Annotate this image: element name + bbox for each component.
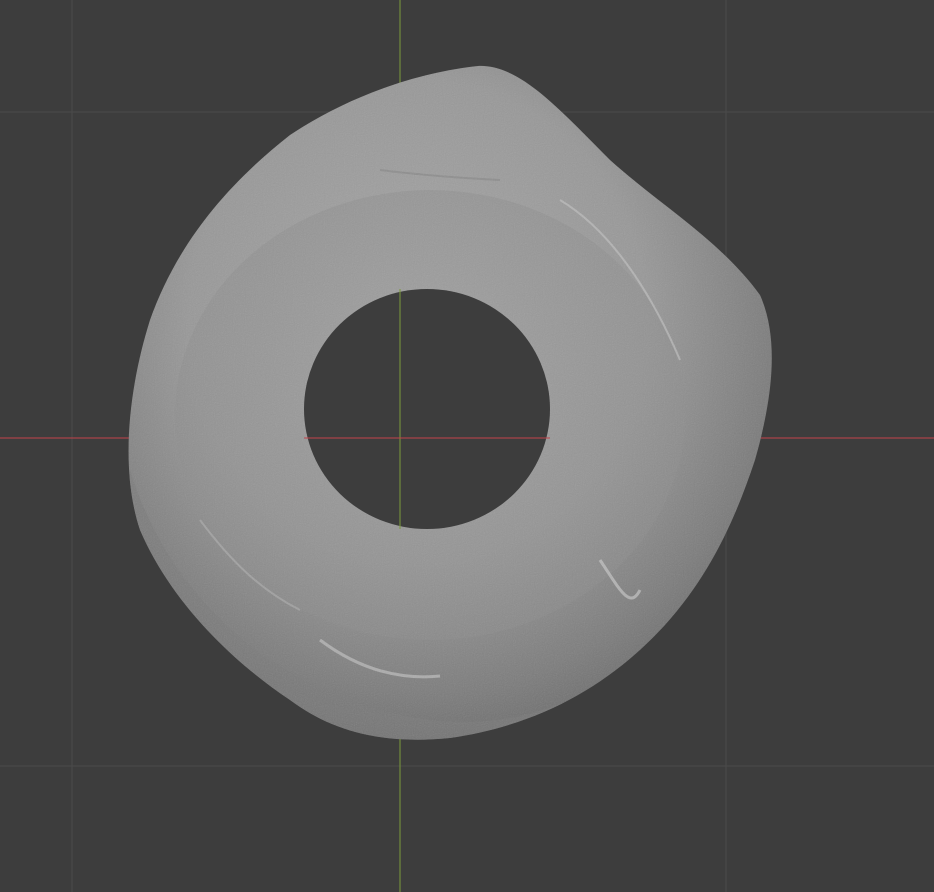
- stone-object[interactable]: [0, 0, 934, 892]
- 3d-viewport[interactable]: [0, 0, 934, 892]
- viewport-canvas[interactable]: [0, 0, 934, 892]
- stone-hole: [304, 289, 550, 529]
